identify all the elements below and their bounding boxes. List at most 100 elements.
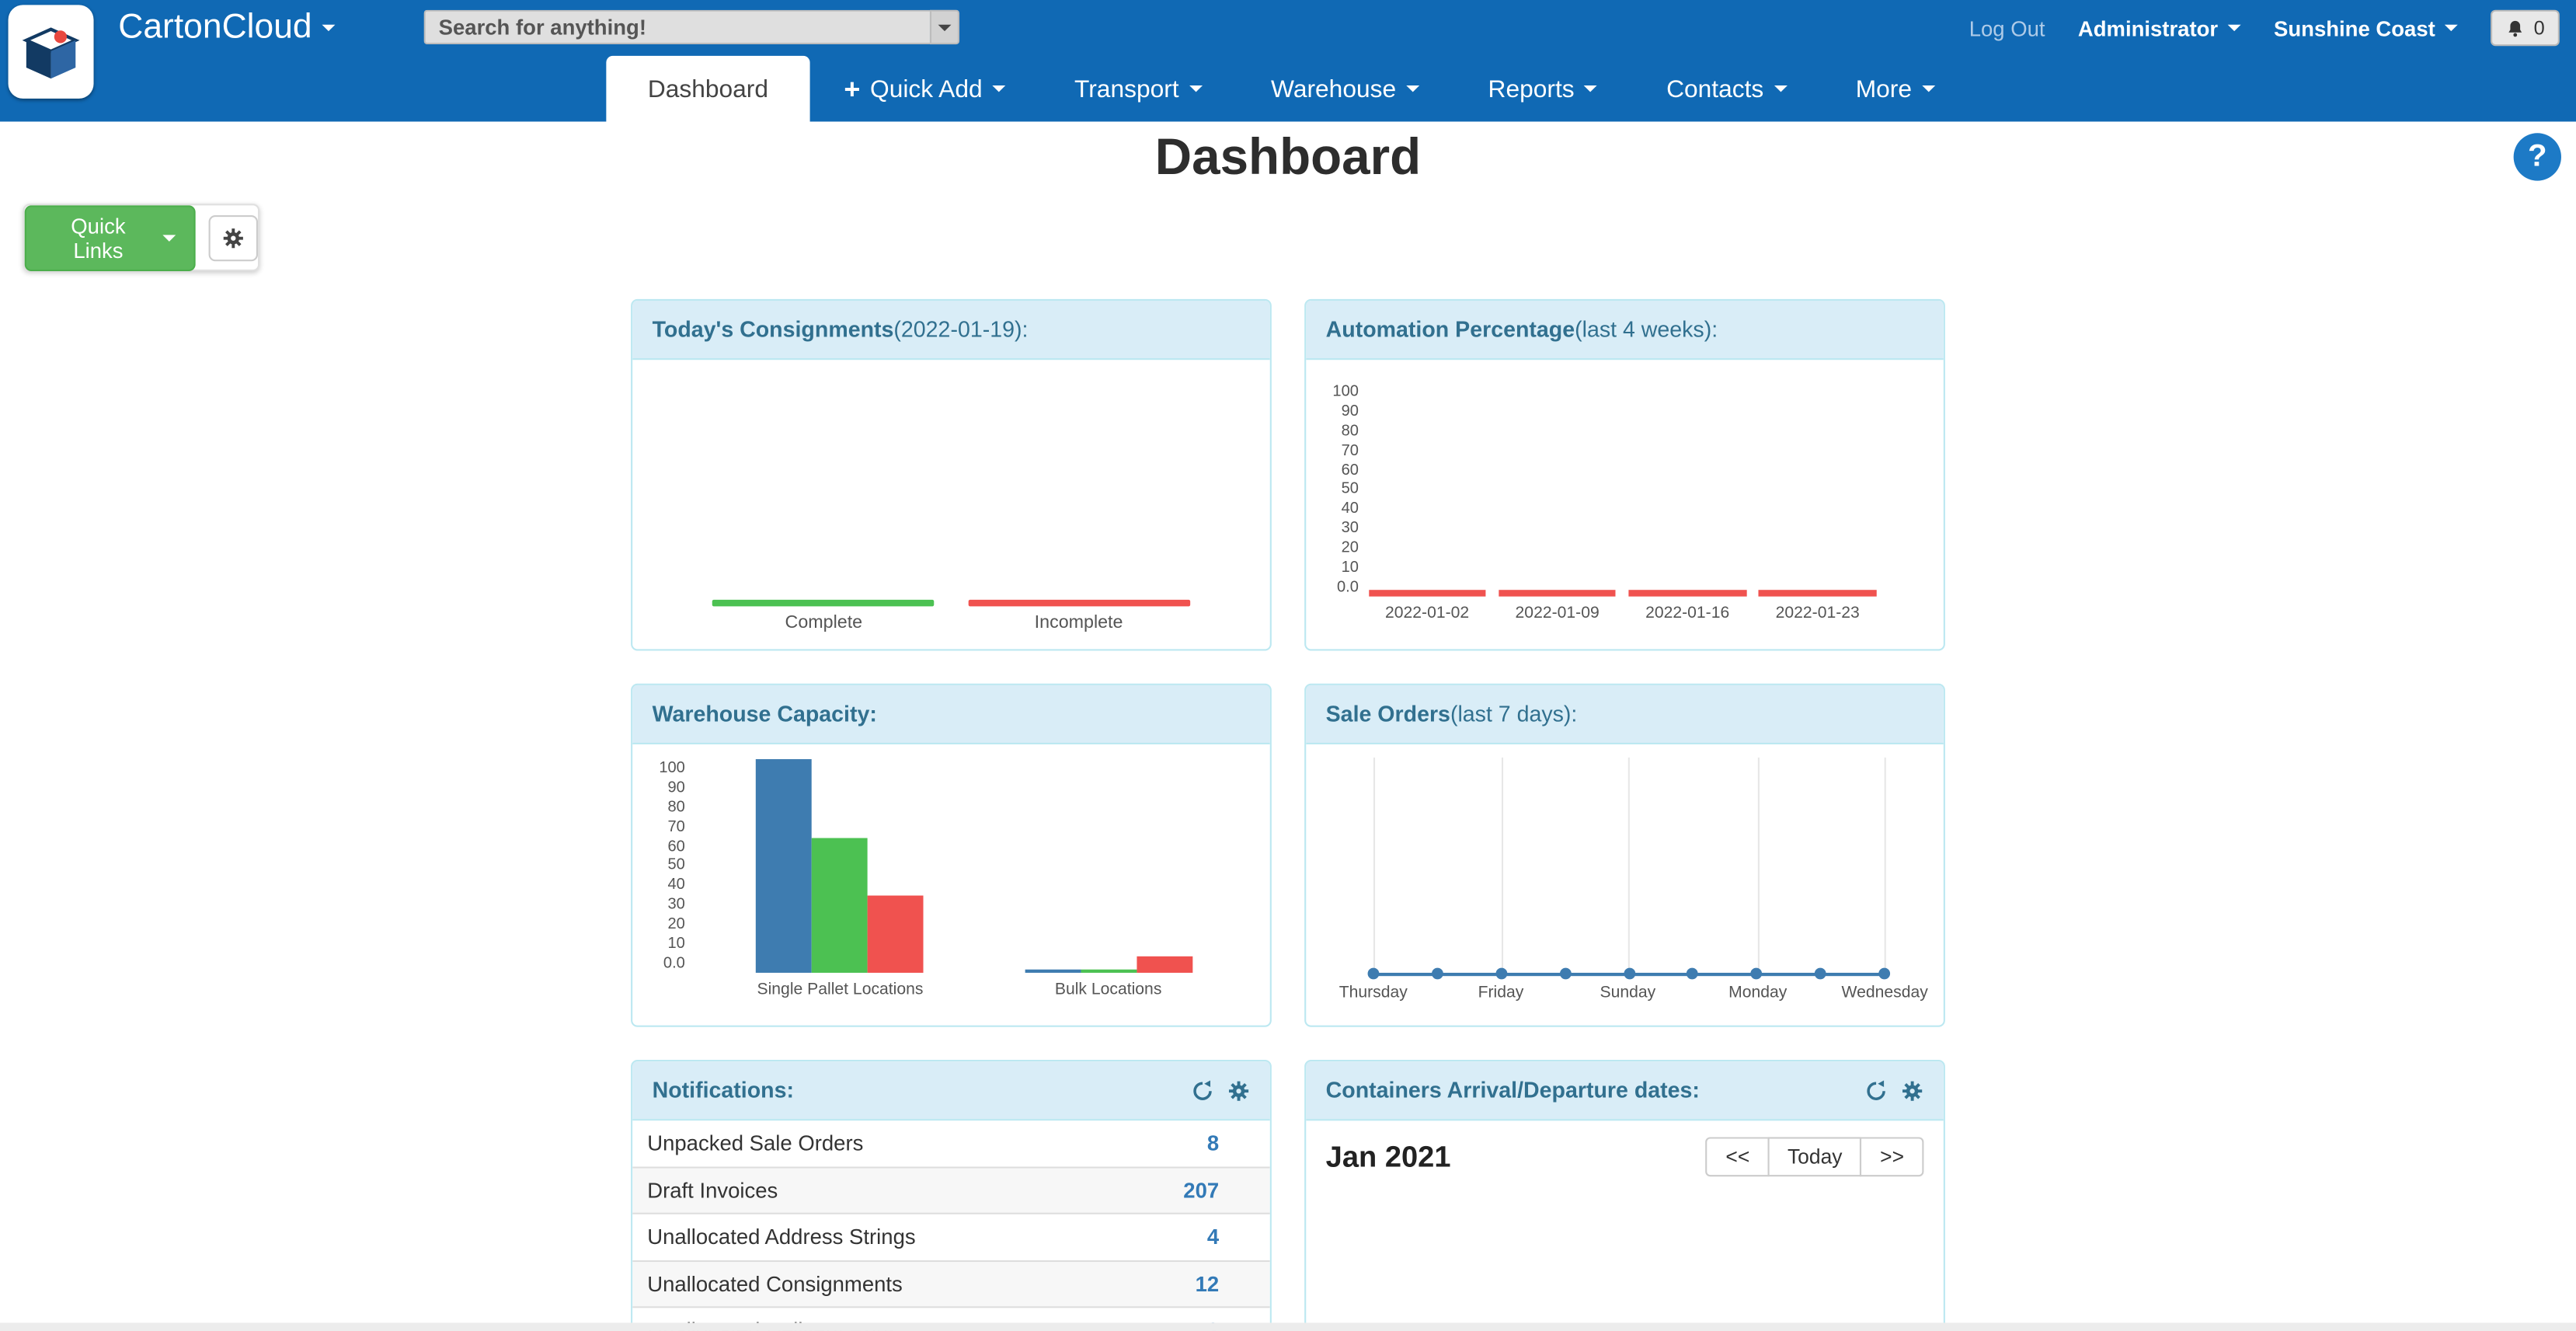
- gear-icon: [221, 226, 245, 249]
- y-tick-label: 70: [1342, 441, 1359, 459]
- menu-more[interactable]: More: [1821, 56, 1969, 122]
- quick-links-gear-button[interactable]: [208, 214, 258, 260]
- brand-label: CartonCloud: [118, 9, 312, 48]
- x-tick-label: Friday: [1478, 984, 1524, 1002]
- gear-icon[interactable]: [1901, 1078, 1924, 1102]
- menu-transport[interactable]: Transport: [1040, 56, 1237, 122]
- panel-title: Sale Orders (last 7 days):: [1306, 685, 1944, 744]
- plot-area: 2022-01-022022-01-092022-01-162022-01-23: [1369, 383, 1927, 650]
- panel-title: Automation Percentage (last 4 weeks):: [1306, 301, 1944, 360]
- row-label: Unpacked Sale Orders: [647, 1131, 863, 1156]
- search-input[interactable]: [424, 10, 930, 44]
- caret-down-icon: [1922, 85, 1935, 92]
- page-title: Dashboard: [1155, 128, 1421, 187]
- y-tick-label: 20: [1342, 539, 1359, 557]
- data-point: [1432, 968, 1443, 980]
- panel-warehouse-capacity: Warehouse Capacity: 10090807060504030201…: [631, 684, 1272, 1027]
- caret-down-icon: [1189, 85, 1202, 92]
- table-row: Draft Invoices 207: [632, 1168, 1270, 1214]
- tab-dashboard[interactable]: Dashboard: [607, 56, 809, 122]
- refresh-icon[interactable]: [1864, 1078, 1888, 1102]
- caret-down-icon: [322, 25, 335, 31]
- consignments-chart: CompleteIncomplete: [632, 360, 1270, 649]
- automation-chart: 1009080706050403020100.02022-01-022022-0…: [1306, 360, 1944, 649]
- quick-links-label: Quick Links: [44, 213, 152, 262]
- bar-red: [868, 896, 924, 973]
- gridline: [1758, 758, 1760, 976]
- menu-label: Quick Add: [870, 75, 983, 103]
- panel-title: Containers Arrival/Departure dates:: [1306, 1061, 1944, 1120]
- y-tick-label: 10: [668, 935, 685, 953]
- table-row: Unpacked Sale Orders 8: [632, 1120, 1270, 1167]
- x-tick-label: Sunday: [1600, 984, 1656, 1002]
- refresh-icon[interactable]: [1191, 1078, 1214, 1102]
- menu-reports[interactable]: Reports: [1453, 56, 1632, 122]
- y-tick-label: 40: [668, 876, 685, 894]
- panel-title-bold: Today's Consignments: [653, 317, 894, 342]
- bar-green: [1081, 970, 1137, 973]
- menu-label: Contacts: [1666, 75, 1763, 103]
- tenant-menu[interactable]: Sunshine Coast: [2274, 16, 2458, 40]
- gear-icon[interactable]: [1227, 1078, 1251, 1102]
- calendar-today-button[interactable]: Today: [1768, 1137, 1862, 1176]
- row-value-link[interactable]: 12: [1196, 1271, 1255, 1296]
- caret-down-icon: [938, 24, 952, 30]
- bell-icon: [2506, 17, 2526, 38]
- x-tick-label: Monday: [1728, 984, 1787, 1002]
- data-point: [1559, 968, 1571, 980]
- brand-menu[interactable]: CartonCloud: [118, 9, 335, 48]
- menu-label: More: [1856, 75, 1912, 103]
- data-point: [1879, 968, 1891, 980]
- x-axis: Single Pallet LocationsBulk Locations: [695, 977, 1254, 1004]
- panel-title-rest: (last 7 days):: [1450, 702, 1577, 726]
- help-icon[interactable]: ?: [2514, 133, 2561, 180]
- consignments-series-complete: Complete: [713, 600, 935, 632]
- bar-red: [1137, 956, 1192, 973]
- panel-title: Warehouse Capacity:: [632, 685, 1270, 744]
- gridline: [1627, 758, 1629, 976]
- gridline: [1501, 758, 1502, 976]
- menu-warehouse[interactable]: Warehouse: [1237, 56, 1453, 122]
- panel-title: Today's Consignments (2022-01-19):: [632, 301, 1270, 360]
- dashboard-panels: Today's Consignments (2022-01-19): Compl…: [631, 299, 1945, 1331]
- page-header: Dashboard ?: [0, 121, 2576, 193]
- row-value-link[interactable]: 8: [1207, 1131, 1255, 1156]
- y-tick-label: 80: [1342, 422, 1359, 440]
- y-tick-label: 50: [668, 857, 685, 875]
- y-tick-label: 30: [668, 896, 685, 914]
- plot: [1322, 758, 1927, 976]
- menu-label: Reports: [1488, 75, 1575, 103]
- y-tick-label: 0.0: [1337, 578, 1359, 596]
- quick-links-button[interactable]: Quick Links: [25, 204, 195, 270]
- y-tick-label: 60: [668, 838, 685, 855]
- x-tick-label: Wednesday: [1842, 984, 1928, 1002]
- row-value-link[interactable]: 207: [1183, 1178, 1255, 1203]
- calendar-nav: << Today >>: [1706, 1137, 1923, 1176]
- bar-blue: [757, 759, 813, 973]
- logout-link[interactable]: Log Out: [1969, 16, 2045, 40]
- notification-count: 0: [2534, 16, 2545, 40]
- notifications-bell-button[interactable]: 0: [2491, 10, 2560, 47]
- main-menu: Dashboard +Quick Add Transport Warehouse…: [0, 56, 2576, 122]
- app-root: CartonCloud Log Out Administrator Sunshi…: [0, 0, 2576, 1331]
- search-dropdown-button[interactable]: [930, 10, 959, 44]
- administrator-menu[interactable]: Administrator: [2078, 16, 2241, 40]
- y-tick-label: 100: [659, 759, 685, 777]
- x-tick-label: 2022-01-09: [1516, 605, 1600, 622]
- x-tick-label: 2022-01-23: [1776, 605, 1860, 622]
- gridline: [1885, 758, 1886, 976]
- calendar-prev-button[interactable]: <<: [1706, 1137, 1770, 1176]
- menu-quick-add[interactable]: +Quick Add: [809, 56, 1040, 122]
- row-value-link[interactable]: 4: [1207, 1225, 1255, 1249]
- plot: [695, 759, 1254, 973]
- global-search: [424, 10, 959, 44]
- menu-contacts[interactable]: Contacts: [1632, 56, 1822, 122]
- bar: [1629, 590, 1746, 596]
- cartoncloud-logo[interactable]: [9, 5, 94, 99]
- calendar-next-button[interactable]: >>: [1861, 1137, 1924, 1176]
- row-label: Draft Invoices: [647, 1178, 778, 1203]
- plot-area: Single Pallet LocationsBulk Locations: [695, 759, 1254, 1026]
- panel-containers-dates: Containers Arrival/Departure dates: Jan …: [1304, 1060, 1945, 1331]
- horizontal-scrollbar[interactable]: [0, 1322, 2576, 1331]
- menu-label: Warehouse: [1271, 75, 1396, 103]
